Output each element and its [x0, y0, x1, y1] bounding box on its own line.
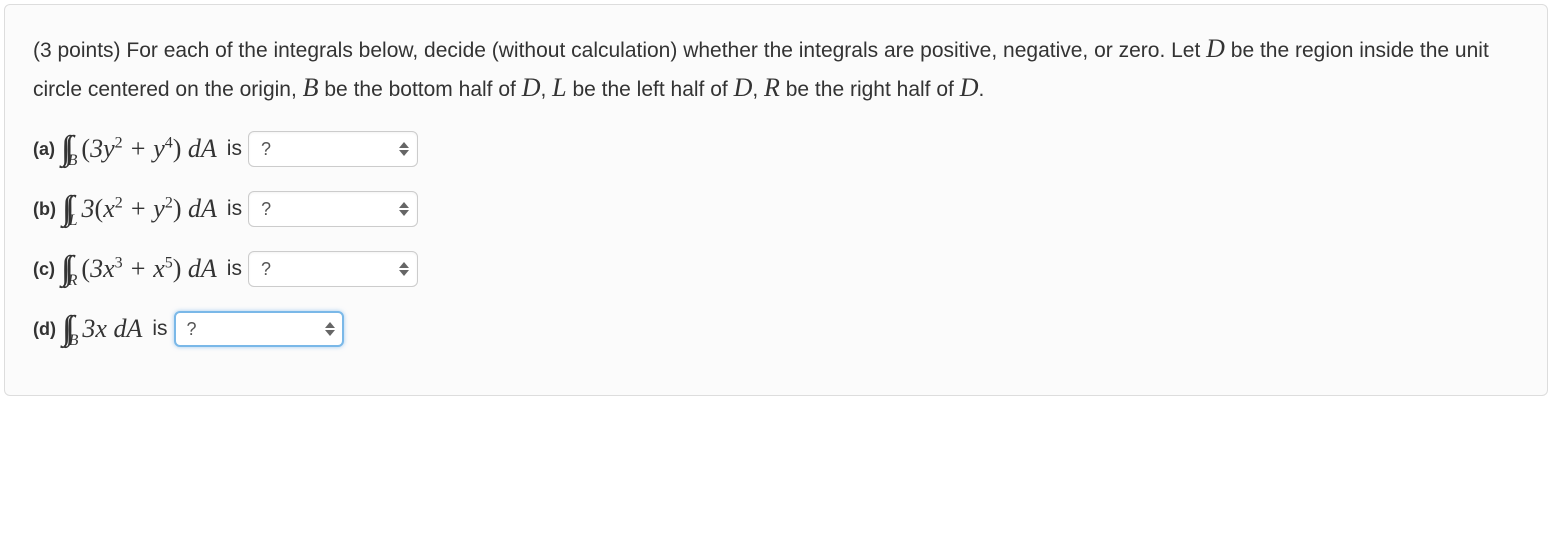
answer-select-a[interactable]: ? — [248, 131, 418, 167]
var-D: D — [960, 73, 979, 102]
chevron-down-icon — [325, 330, 335, 336]
is-label: is — [227, 257, 242, 281]
chevron-down-icon — [399, 210, 409, 216]
part-label: (c) — [33, 259, 55, 280]
var-D: D — [522, 73, 541, 102]
is-label: is — [227, 197, 242, 221]
region-subscript: R — [68, 272, 78, 290]
select-value[interactable]: ? — [174, 311, 344, 347]
question-intro: (3 points) For each of the integrals bel… — [33, 29, 1519, 107]
double-integral-icon: ∫∫ — [62, 192, 69, 226]
part-label: (a) — [33, 139, 55, 160]
stepper-icon[interactable] — [394, 135, 414, 163]
answer-select-d[interactable]: ? — [174, 311, 344, 347]
is-label: is — [152, 317, 167, 341]
var-D: D — [734, 73, 753, 102]
region-subscript: B — [69, 332, 79, 350]
answer-select-b[interactable]: ? — [248, 191, 418, 227]
points-label: (3 points) — [33, 39, 121, 62]
intro-text: . — [978, 78, 984, 101]
stepper-icon[interactable] — [394, 255, 414, 283]
stepper-icon[interactable] — [320, 315, 340, 343]
part-label: (d) — [33, 319, 56, 340]
double-integral-icon: ∫∫ — [62, 312, 69, 346]
select-value[interactable]: ? — [248, 191, 418, 227]
is-label: is — [227, 137, 242, 161]
var-D: D — [1206, 34, 1225, 63]
var-B: B — [303, 73, 319, 102]
answer-select-c[interactable]: ? — [248, 251, 418, 287]
chevron-down-icon — [399, 270, 409, 276]
integral-expression: ∫∫ R (3x3 + x5) dA — [61, 252, 217, 286]
intro-text: For each of the integrals below, decide … — [121, 39, 1207, 62]
part-c: (c) ∫∫ R (3x3 + x5) dA is ? — [33, 251, 1519, 287]
chevron-up-icon — [399, 142, 409, 148]
chevron-down-icon — [399, 150, 409, 156]
part-label: (b) — [33, 199, 56, 220]
question-panel: (3 points) For each of the integrals bel… — [4, 4, 1548, 396]
select-value[interactable]: ? — [248, 131, 418, 167]
var-L: L — [552, 73, 566, 102]
intro-text: be the bottom half of — [319, 78, 522, 101]
stepper-icon[interactable] — [394, 195, 414, 223]
chevron-up-icon — [325, 322, 335, 328]
chevron-up-icon — [399, 262, 409, 268]
intro-text: , — [540, 78, 552, 101]
intro-text: be the left half of — [567, 78, 734, 101]
part-b: (b) ∫∫ L 3(x2 + y2) dA is ? — [33, 191, 1519, 227]
part-d: (d) ∫∫ B 3x dA is ? — [33, 311, 1519, 347]
select-value[interactable]: ? — [248, 251, 418, 287]
intro-text: be the right half of — [780, 78, 960, 101]
double-integral-icon: ∫∫ — [61, 132, 68, 166]
part-a: (a) ∫∫ B (3y2 + y4) dA is ? — [33, 131, 1519, 167]
double-integral-icon: ∫∫ — [61, 252, 68, 286]
integral-expression: ∫∫ B 3x dA — [62, 312, 142, 346]
region-subscript: B — [68, 152, 78, 170]
chevron-up-icon — [399, 202, 409, 208]
var-R: R — [764, 73, 780, 102]
integral-expression: ∫∫ L 3(x2 + y2) dA — [62, 192, 217, 226]
region-subscript: L — [69, 212, 78, 230]
integral-expression: ∫∫ B (3y2 + y4) dA — [61, 132, 217, 166]
intro-text: , — [752, 78, 764, 101]
